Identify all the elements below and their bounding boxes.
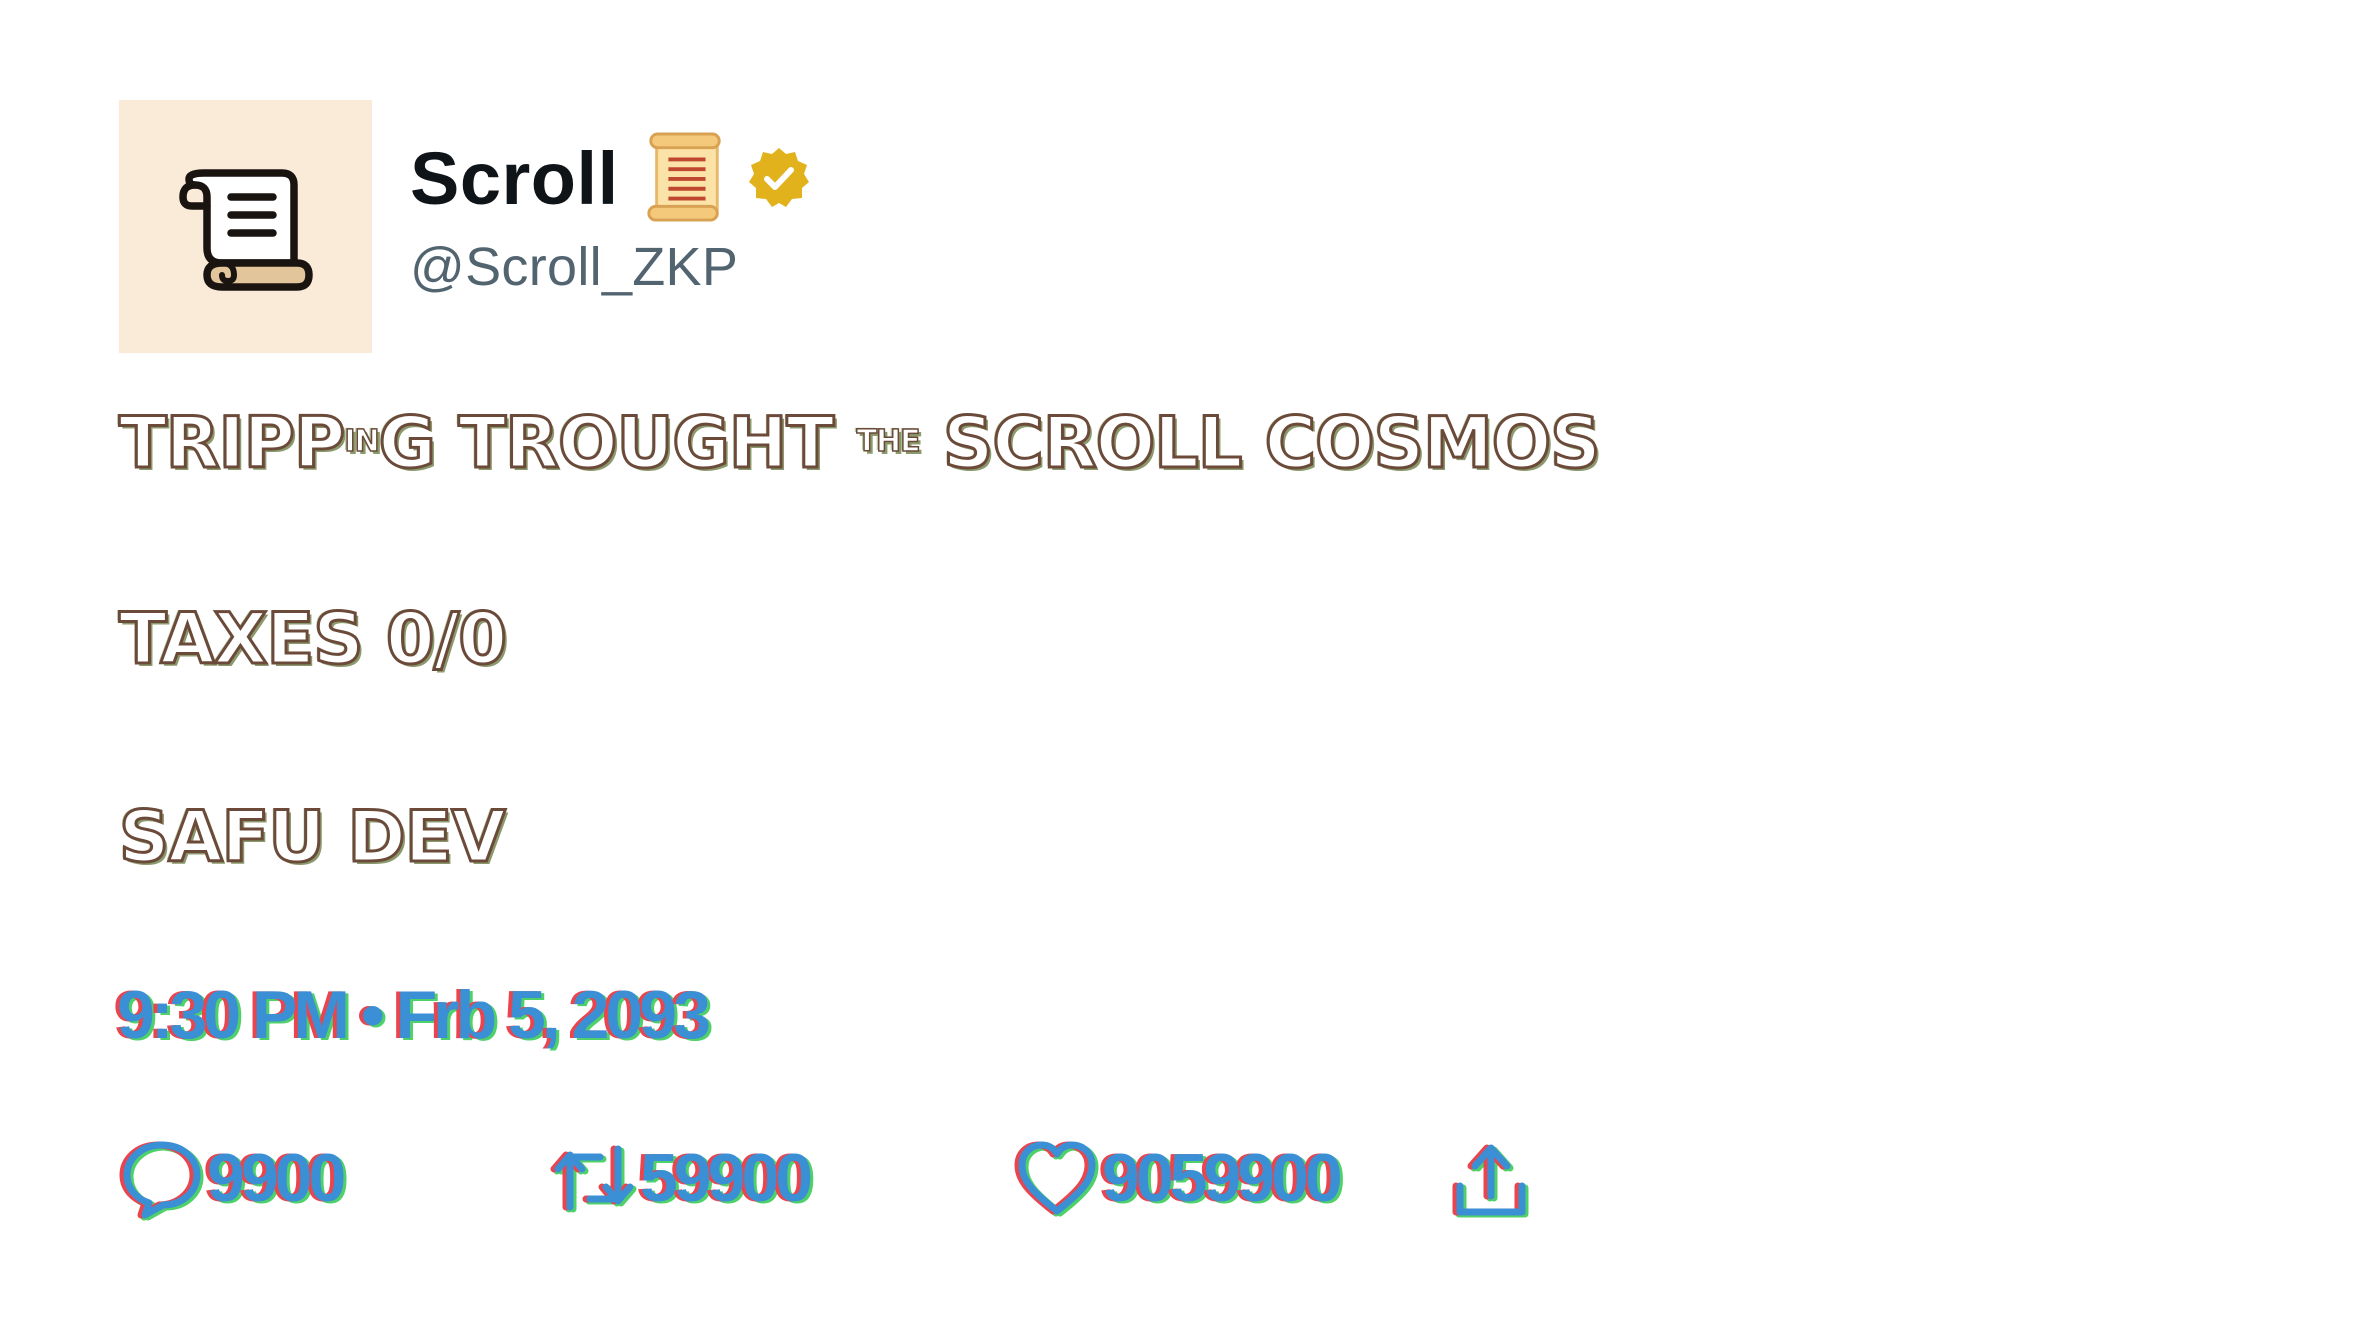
scroll-logo-icon [178, 168, 313, 291]
retweet-button[interactable]: 59900 [552, 1135, 813, 1221]
like-count: 9059900 [1102, 1140, 1343, 1216]
reply-button[interactable]: 9900 [119, 1135, 346, 1221]
tweet-line-2: TAXES 0/0 [117, 597, 508, 682]
tweet-text-small: THE [856, 424, 922, 461]
share-icon [1456, 1144, 1526, 1216]
retweet-icon [554, 1145, 634, 1211]
heart-icon [1018, 1141, 1096, 1215]
tweet-line-1: TRIPPING TROUGHT THE SCROLL COSMOS [117, 401, 1603, 486]
reply-count: 9900 [207, 1140, 346, 1216]
scroll-emoji-icon [646, 132, 721, 222]
handle[interactable]: @Scroll_ZKP [410, 236, 811, 298]
tweet-text-small: IN [344, 424, 381, 461]
tweet-timestamp[interactable]: 9:30 PM • Frb 5, 2093 [117, 976, 711, 1054]
verified-badge-icon [748, 148, 809, 207]
share-button[interactable] [1448, 1138, 1536, 1224]
avatar[interactable] [119, 100, 372, 353]
name-row: Scroll [410, 128, 811, 228]
display-name[interactable]: Scroll [410, 136, 619, 221]
retweet-count: 59900 [640, 1140, 813, 1216]
tweet-line-3: SAFU DEV [118, 795, 508, 880]
author-identity: Scroll @Scroll_ZKP [410, 128, 811, 298]
tweet-text-part: TRIPP [117, 401, 346, 486]
tweet-text-part: G TROUGHT [377, 401, 857, 486]
like-button[interactable]: 9059900 [1014, 1135, 1343, 1221]
reply-icon [123, 1141, 201, 1219]
tweet-text-part: SCROLL COSMOS [919, 401, 1603, 486]
